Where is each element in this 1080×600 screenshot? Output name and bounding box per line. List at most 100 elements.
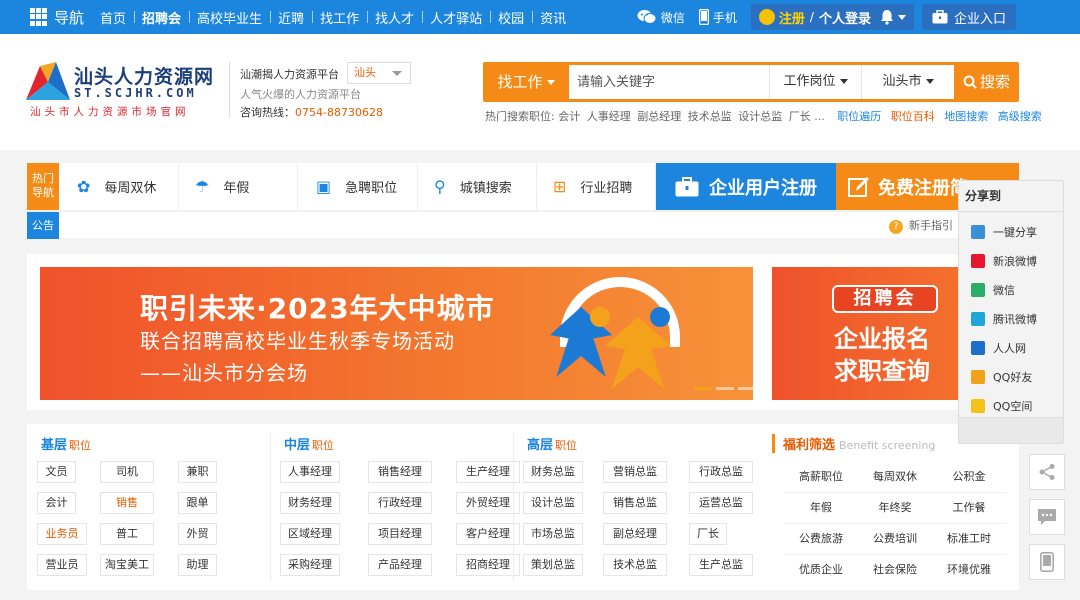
mobile-link[interactable]: 手机 [698, 9, 737, 26]
job-traverse-link[interactable]: 职位遍历 [837, 110, 881, 123]
job-tag[interactable]: 采购经理 [280, 554, 340, 576]
beginner-guide-link[interactable]: ? 新手指引 [889, 212, 953, 239]
job-tag[interactable]: 技术总监 [603, 554, 667, 576]
job-encyclopedia-link[interactable]: 职位百科 [891, 110, 935, 123]
share-item-renren[interactable]: 人人网 [971, 333, 1037, 362]
share-item-tencent-weibo[interactable]: 腾讯微博 [971, 304, 1037, 333]
chevron-down-icon[interactable] [897, 14, 906, 20]
job-tag[interactable]: 招商经理 [456, 554, 520, 576]
job-tag[interactable]: 营销总监 [603, 461, 667, 483]
welfare-tag[interactable]: 标准工时 [932, 524, 1006, 554]
job-tag[interactable]: 文员 [37, 461, 76, 483]
job-tag[interactable]: 生产总监 [689, 554, 753, 576]
menu-item-talent-station[interactable]: 人才驿站 [422, 8, 490, 27]
job-tag[interactable]: 产品经理 [368, 554, 432, 576]
job-tag[interactable]: 区域经理 [280, 523, 340, 545]
share-item-qq-friend[interactable]: QQ好友 [971, 362, 1037, 391]
job-tag[interactable]: 销售 [100, 492, 154, 514]
wechat-link[interactable]: 微信 [637, 9, 685, 26]
job-tag[interactable]: 副总经理 [603, 523, 667, 545]
welfare-tag[interactable]: 公费旅游 [784, 524, 858, 554]
hot-search-link[interactable]: 会计 [558, 110, 580, 123]
register-link[interactable]: 注册 [779, 8, 805, 27]
menu-item-recent[interactable]: 近聘 [270, 8, 312, 27]
menu-item-find-job[interactable]: 找工作 [312, 8, 367, 27]
job-tag[interactable]: 厂长 [689, 523, 727, 545]
job-tag[interactable]: 项目经理 [368, 523, 432, 545]
welfare-tag[interactable]: 每周双休 [858, 462, 932, 492]
feedback-float-button[interactable] [1029, 499, 1065, 535]
grid-menu-icon[interactable] [30, 8, 48, 26]
job-tag[interactable]: 司机 [100, 461, 154, 483]
nav-title[interactable]: 导航 [54, 7, 84, 28]
hot-search-link[interactable]: 技术总监 [688, 110, 732, 123]
job-tag[interactable]: 业务员 [37, 523, 87, 545]
share-float-button[interactable] [1029, 454, 1065, 490]
city-select[interactable]: 汕头 [347, 62, 411, 84]
welfare-tag[interactable]: 公积金 [932, 462, 1006, 492]
welfare-tag[interactable]: 高薪职位 [784, 462, 858, 492]
job-tag[interactable]: 助理 [178, 554, 217, 576]
welfare-tag[interactable]: 环境优雅 [932, 555, 1006, 586]
job-tag[interactable]: 会计 [37, 492, 76, 514]
job-tag[interactable]: 外贸经理 [456, 492, 520, 514]
carousel-dot[interactable] [738, 387, 753, 390]
search-type-select[interactable]: 找工作 [483, 62, 569, 102]
job-tag[interactable]: 销售总监 [603, 492, 667, 514]
main-banner[interactable]: 职引未来·2023年大中城市 联合招聘高校毕业生秋季专场活动 ——汕头市分会场 [40, 267, 753, 400]
carousel-dot[interactable] [694, 387, 712, 390]
job-tag[interactable]: 财务总监 [523, 461, 583, 483]
job-tag[interactable]: 兼职 [178, 461, 217, 483]
welfare-tag[interactable]: 工作餐 [932, 493, 1006, 523]
welfare-tag[interactable]: 社会保险 [858, 555, 932, 586]
mobile-float-button[interactable] [1029, 544, 1065, 580]
job-tag[interactable]: 设计总监 [523, 492, 583, 514]
welfare-tag[interactable]: 优质企业 [784, 555, 858, 586]
job-tag[interactable]: 外贸 [178, 523, 217, 545]
job-tag[interactable]: 运营总监 [689, 492, 753, 514]
hot-nav-town[interactable]: ⚲ 城镇搜索 [418, 163, 537, 210]
hot-search-link[interactable]: 厂长 ... [789, 110, 825, 123]
hot-search-link[interactable]: 副总经理 [637, 110, 681, 123]
job-tag[interactable]: 市场总监 [523, 523, 583, 545]
job-tag[interactable]: 跟单 [178, 492, 217, 514]
search-button[interactable]: 搜索 [954, 62, 1019, 102]
corp-entry-button[interactable]: 企业入口 [921, 4, 1016, 30]
job-tag[interactable]: 人事经理 [280, 461, 340, 483]
job-tag[interactable]: 行政总监 [689, 461, 753, 483]
welfare-tag[interactable]: 年假 [784, 493, 858, 523]
login-link[interactable]: 个人登录 [819, 8, 871, 27]
job-tag[interactable]: 行政经理 [368, 492, 432, 514]
welfare-tag[interactable]: 公费培训 [858, 524, 932, 554]
hot-nav-industry[interactable]: ⊞ 行业招聘 [537, 163, 656, 210]
share-item-wechat[interactable]: 微信 [971, 275, 1037, 304]
menu-item-home[interactable]: 首页 [92, 8, 134, 27]
welfare-tag[interactable]: 年终奖 [858, 493, 932, 523]
hot-nav-weekend[interactable]: ✿ 每周双休 [59, 163, 179, 210]
job-tag[interactable]: 策划总监 [523, 554, 583, 576]
job-tag[interactable]: 营业员 [37, 554, 87, 576]
hotline-number[interactable]: 0754-88730628 [295, 106, 383, 119]
hot-search-link[interactable]: 人事经理 [587, 110, 631, 123]
carousel-dot[interactable] [716, 387, 734, 390]
job-tag[interactable]: 财务经理 [280, 492, 340, 514]
search-input[interactable] [569, 65, 769, 99]
job-tag[interactable]: 客户经理 [456, 523, 520, 545]
map-search-link[interactable]: 地图搜索 [944, 110, 988, 123]
share-item-one-click[interactable]: 一键分享 [971, 217, 1037, 246]
site-logo[interactable]: 汕头人力资源网 ST.SCJHR.COM 汕头市人力资源市场官网 [26, 60, 222, 120]
corp-register-button[interactable]: 企业用户注册 [656, 163, 836, 210]
bell-icon[interactable] [879, 9, 895, 25]
hot-search-link[interactable]: 设计总监 [738, 110, 782, 123]
menu-item-graduates[interactable]: 高校毕业生 [189, 8, 270, 27]
search-city-select[interactable]: 汕头市 [861, 65, 954, 99]
job-tag[interactable]: 销售经理 [368, 461, 432, 483]
advanced-search-link[interactable]: 高级搜索 [998, 110, 1042, 123]
hot-nav-vacation[interactable]: ☂ 年假 [179, 163, 298, 210]
menu-item-find-talent[interactable]: 找人才 [367, 8, 422, 27]
share-item-qzone[interactable]: QQ空间 [971, 391, 1037, 420]
job-tag[interactable]: 生产经理 [456, 461, 520, 483]
menu-item-news[interactable]: 资讯 [532, 8, 574, 27]
job-position-select[interactable]: 工作岗位 [769, 65, 861, 99]
hot-nav-urgent[interactable]: ▣ 急聘职位 [298, 163, 418, 210]
